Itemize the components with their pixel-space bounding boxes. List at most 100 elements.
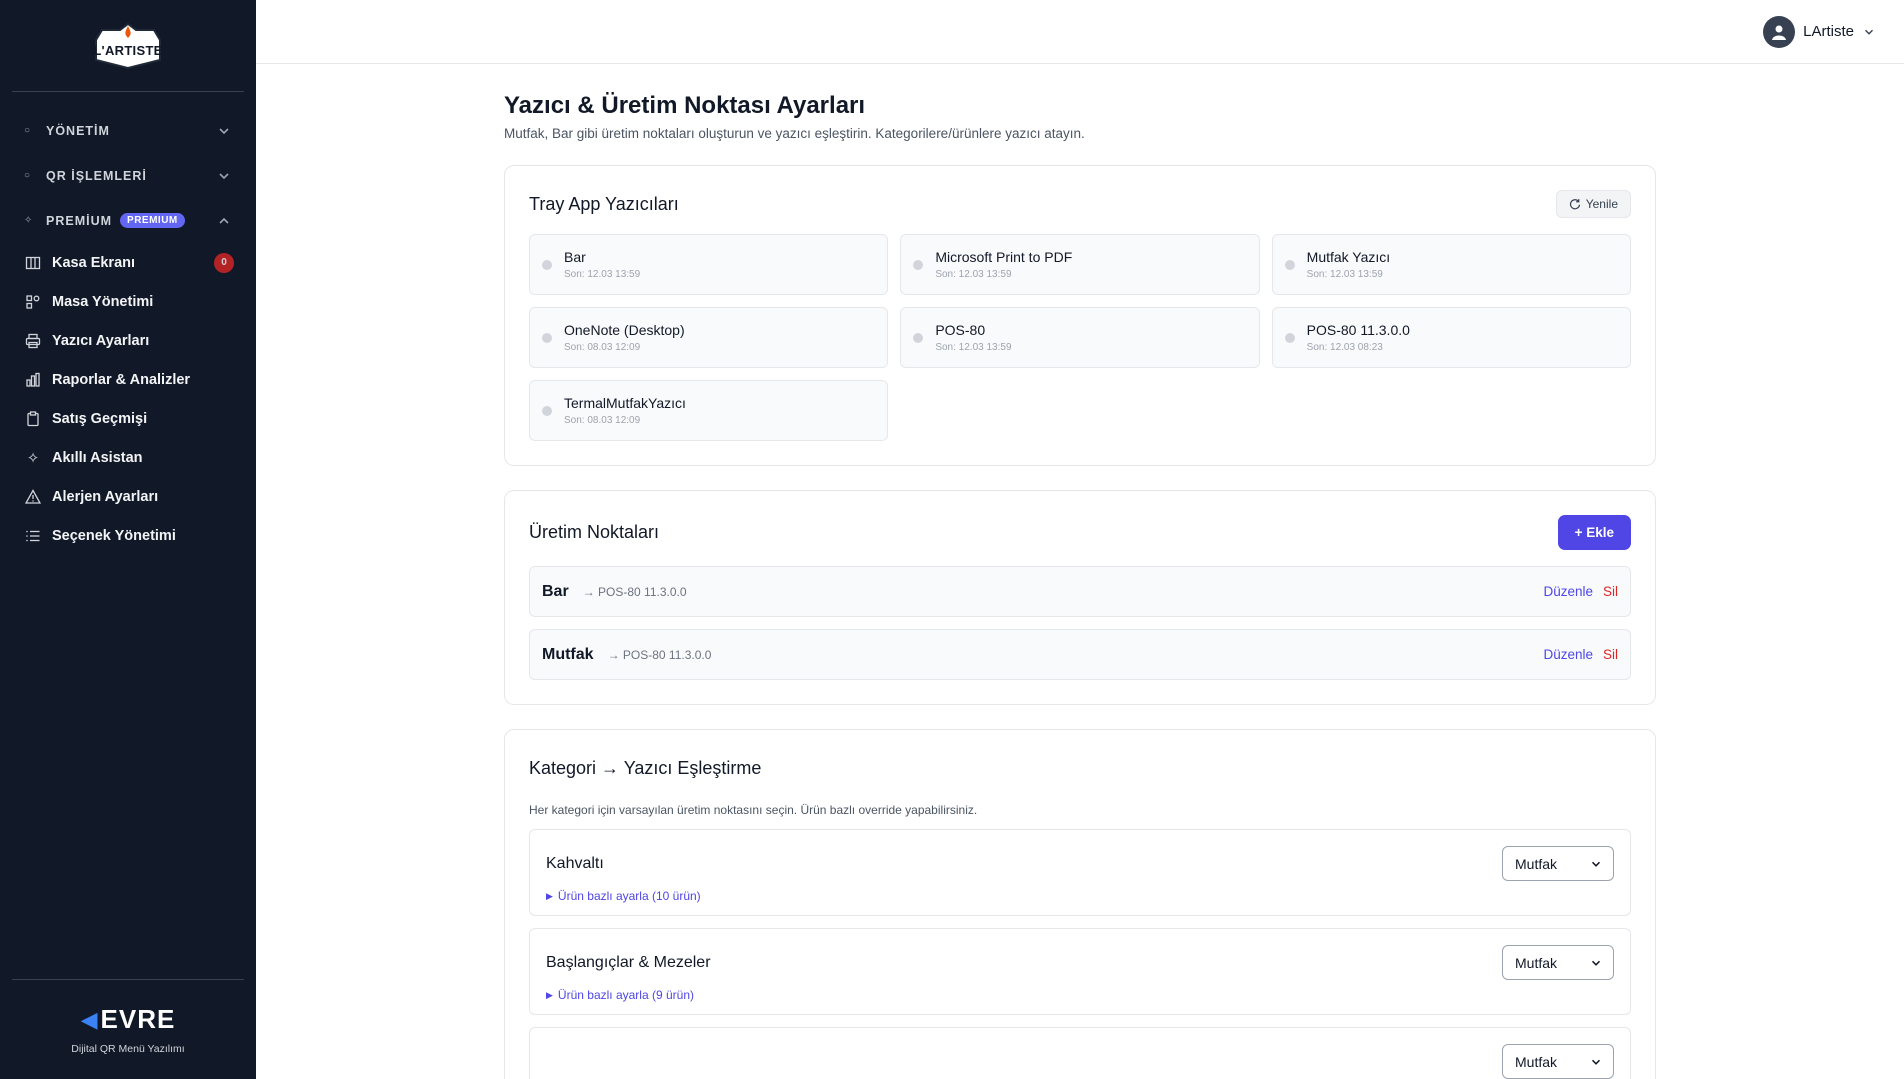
category-mapping-hint: Her kategori için varsayılan üretim nokt… [529, 803, 978, 817]
printer-last-seen: Son: 12.03 08:23 [1306, 342, 1383, 353]
printer-card[interactable]: Mutfak Yazıcı Son: 12.03 13:59 [1271, 234, 1631, 295]
printer-name: Mutfak Yazıcı [1306, 249, 1391, 265]
status-dot [1284, 259, 1295, 270]
clipboard-icon [24, 410, 42, 428]
printer-name: Microsoft Print to PDF [935, 249, 1073, 265]
select-value: Mutfak [1515, 855, 1558, 872]
printer-card[interactable]: POS-80 11.3.0.0 Son: 12.03 08:23 [1271, 307, 1631, 368]
premium-badge: PREMIUM [120, 213, 185, 228]
nav-section-qr[interactable]: ○ QR İŞLEMLERİ [0, 153, 256, 198]
printer-icon [24, 332, 42, 350]
production-point-select[interactable]: Mutfak [1502, 1044, 1614, 1079]
sidebar: L'ARTISTE ○ YÖNETİM ○ QR İŞLEMLERİ ✧ PRE… [0, 0, 256, 1079]
nav-section-yonetim[interactable]: ○ YÖNETİM [0, 108, 256, 153]
nav-section-premium[interactable]: ✧ PREMİUM PREMIUM [0, 198, 256, 243]
add-point-button[interactable]: + Ekle [1557, 515, 1631, 550]
printer-last-seen: Son: 12.03 13:59 [935, 269, 1012, 280]
tables-icon [24, 293, 42, 311]
circle-icon: ○ [24, 170, 32, 181]
nav-section-label: PREMİUM [46, 213, 113, 228]
sidebar-item-yazici[interactable]: Yazıcı Ayarları [0, 321, 256, 360]
triangle-right-icon: ▶ [546, 890, 553, 901]
printer-card[interactable]: OneNote (Desktop) Son: 08.03 12:09 [529, 307, 889, 368]
printer-last-seen: Son: 08.03 12:09 [564, 415, 641, 426]
printer-name: OneNote (Desktop) [564, 322, 685, 338]
printer-last-seen: Son: 12.03 13:59 [935, 342, 1012, 353]
point-printer: → POS-80 11.3.0.0 [582, 584, 687, 599]
category-mapping-title: Kategori → Yazıcı Eşleştirme [529, 758, 762, 778]
sidebar-item-alerjen[interactable]: Alerjen Ayarları [0, 477, 256, 516]
status-dot [542, 405, 552, 416]
printer-name: Bar [564, 249, 586, 265]
triangle-right-icon: ▶ [546, 989, 553, 1000]
printer-last-seen: Son: 12.03 13:59 [1306, 269, 1383, 280]
sidebar-item-asistan[interactable]: ✧ Akıllı Asistan [0, 438, 256, 477]
sidebar-item-label: Alerjen Ayarları [52, 488, 159, 505]
sidebar-item-satis[interactable]: Satış Geçmişi [0, 399, 256, 438]
warning-icon [24, 488, 42, 506]
point-name: Bar [542, 582, 569, 600]
printer-name: POS-80 [935, 322, 986, 338]
select-value: Mutfak [1515, 1053, 1558, 1070]
product-override-label: Ürün bazlı ayarla (9 ürün) [557, 988, 694, 1002]
sidebar-item-raporlar[interactable]: Raporlar & Analizler [0, 360, 256, 399]
production-points-card: Üretim Noktaları + Ekle Bar → POS-80 11.… [504, 490, 1656, 705]
status-dot [913, 332, 924, 343]
user-menu[interactable]: LArtiste [1763, 15, 1876, 48]
chevron-down-icon [1865, 29, 1873, 35]
brand-logo-text: L'ARTISTE [93, 43, 163, 58]
chevron-down-icon [1591, 1059, 1601, 1065]
printer-card[interactable]: TermalMutfakYazıcı Son: 08.03 12:09 [529, 380, 889, 441]
topbar: LArtiste [256, 0, 1904, 64]
product-override-toggle[interactable]: ▶ Ürün bazlı ayarla (10 ürün) [546, 889, 1614, 903]
status-dot [1284, 332, 1295, 343]
sidebar-item-label: Akıllı Asistan [52, 449, 143, 466]
production-point-select[interactable]: Mutfak [1502, 846, 1614, 881]
chevron-down-icon [219, 127, 229, 134]
production-point-row: Bar → POS-80 11.3.0.0 Düzenle Sil [529, 566, 1631, 617]
sidebar-item-secenek[interactable]: Seçenek Yönetimi [0, 516, 256, 555]
chevron-down-icon [1591, 861, 1601, 867]
sparkle-icon: ✧ [24, 215, 34, 226]
category-row: Mutfak [529, 1027, 1631, 1079]
category-name: Kahvaltı [546, 854, 604, 872]
printer-card[interactable]: Microsoft Print to PDF Son: 12.03 13:59 [900, 234, 1260, 295]
brand-logo[interactable]: L'ARTISTE [92, 20, 164, 72]
count-badge: 0 [214, 252, 234, 273]
printer-last-seen: Son: 08.03 12:09 [564, 342, 641, 353]
point-printer: → POS-80 11.3.0.0 [607, 647, 712, 662]
select-value: Mutfak [1515, 954, 1558, 971]
production-point-select[interactable]: Mutfak [1502, 945, 1614, 980]
sparkle-icon: ✧ [26, 449, 40, 467]
sidebar-item-kasa[interactable]: Kasa Ekranı 0 [0, 243, 256, 282]
sidebar-item-label: Masa Yönetimi [52, 293, 154, 310]
user-icon [1772, 25, 1787, 40]
nav-section-label: YÖNETİM [46, 123, 110, 138]
sidebar-item-label: Raporlar & Analizler [52, 371, 191, 388]
delete-link[interactable]: Sil [1603, 647, 1618, 662]
footer-caption: Dijital QR Menü Yazılımı [71, 1043, 185, 1055]
refresh-button[interactable]: Yenile [1555, 190, 1631, 218]
printer-card[interactable]: POS-80 Son: 12.03 13:59 [900, 307, 1260, 368]
product-override-label: Ürün bazlı ayarla (10 ürün) [557, 889, 701, 903]
category-row: Başlangıçlar & Mezeler Mutfak ▶ Ürün baz… [529, 928, 1631, 1015]
sidebar-footer: ◀ EVRE Dijital QR Menü Yazılımı [12, 979, 244, 1079]
product-override-toggle[interactable]: ▶ Ürün bazlı ayarla (9 ürün) [546, 988, 1614, 1002]
edit-link[interactable]: Düzenle [1543, 584, 1593, 599]
chevron-up-icon [219, 217, 229, 224]
edit-link[interactable]: Düzenle [1543, 647, 1593, 662]
user-name: LArtiste [1803, 23, 1854, 40]
avatar [1763, 15, 1796, 48]
tray-printers-title: Tray App Yazıcıları [529, 193, 679, 214]
category-row: Kahvaltı Mutfak ▶ Ürün bazlı ayarla (10 … [529, 829, 1631, 916]
nav-section-label: QR İŞLEMLERİ [46, 168, 147, 183]
circle-icon: ○ [24, 125, 32, 136]
sidebar-item-masa[interactable]: Masa Yönetimi [0, 282, 256, 321]
delete-link[interactable]: Sil [1603, 584, 1618, 599]
status-dot [542, 332, 552, 343]
sidebar-item-label: Seçenek Yönetimi [52, 527, 176, 544]
evre-logo: ◀ EVRE [81, 1004, 176, 1035]
printer-card[interactable]: Bar Son: 12.03 13:59 [529, 234, 889, 295]
printer-last-seen: Son: 12.03 13:59 [564, 269, 641, 280]
printer-name: POS-80 11.3.0.0 [1306, 322, 1410, 338]
